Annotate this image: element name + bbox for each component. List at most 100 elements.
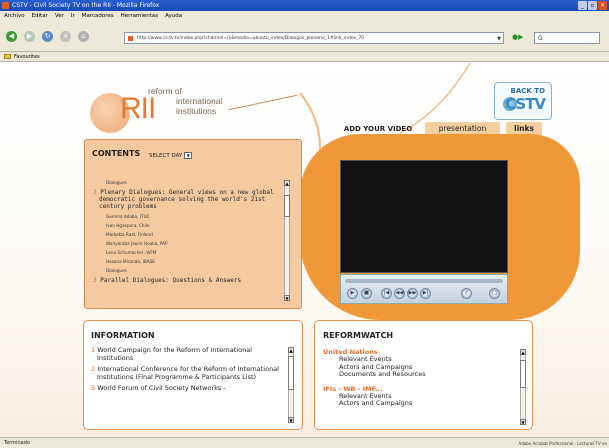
list-item[interactable]: Hosana Miranda, IBASE xyxy=(91,257,283,266)
item-number: 2 xyxy=(93,189,97,196)
list-item[interactable]: 2 International Conference for the Refor… xyxy=(90,365,284,381)
scroll-down-icon[interactable]: ▼ xyxy=(288,417,294,423)
menu-bar: Archivo Editar Ver Ir Marcadores Herrami… xyxy=(0,11,609,22)
scroll-up-icon[interactable]: ▲ xyxy=(520,349,526,355)
prev-icon[interactable]: |◀ xyxy=(381,288,392,299)
contents-list: Dialogues 2 Plenary Dialogues: General v… xyxy=(91,178,283,306)
back-to-cstv-button[interactable]: BACK TO CSTV xyxy=(494,82,552,120)
reformwatch-list: United Nations Relevant Events Actors an… xyxy=(323,348,518,408)
contents-title: CONTENTS xyxy=(92,149,141,158)
menu-ayuda[interactable]: Ayuda xyxy=(165,11,182,22)
logo-subtitle: reform of international institutions xyxy=(148,86,222,116)
list-item[interactable]: Wanyaraba Jaune Hoaka, PAP xyxy=(91,239,283,248)
close-button[interactable]: × xyxy=(598,1,607,10)
forward-icon[interactable]: ▶▶ xyxy=(407,288,418,299)
video-screen[interactable] xyxy=(340,160,508,273)
list-item[interactable]: Lena Schumacher, WFM xyxy=(91,248,283,257)
play-icon[interactable]: ▶ xyxy=(347,288,358,299)
scroll-down-icon[interactable]: ▼ xyxy=(520,419,526,425)
item-number: 2 xyxy=(91,365,96,373)
volume-icon[interactable]: ♪ xyxy=(461,288,472,299)
bookmarks-toolbar: Favourites xyxy=(0,52,609,62)
menu-herramientas[interactable]: Herramientas xyxy=(121,11,158,22)
fullscreen-icon[interactable]: □ xyxy=(489,288,500,299)
information-panel: INFORMATION 1 World Campaign for the Ref… xyxy=(83,320,303,430)
favicon-icon xyxy=(128,36,133,41)
navigation-toolbar: ◀ ▶ ↻ × ⌂ http://www.cs-tv.tv/index.php?… xyxy=(0,22,609,52)
folder-icon xyxy=(4,54,11,59)
list-item[interactable]: Marketta Rast, Finland xyxy=(91,230,283,239)
logo-line-2: international xyxy=(176,96,223,106)
item-number: 3 xyxy=(93,277,97,284)
address-bar[interactable]: http://www.cs-tv.tv/index.php?channel=ri… xyxy=(124,32,504,44)
information-scrollbar[interactable]: ▲ ▼ xyxy=(288,347,294,423)
search-icon: G xyxy=(538,35,543,42)
list-item[interactable]: 2 Plenary Dialogues: General views on a … xyxy=(91,189,283,210)
item-title: World Campaign for the Reform of Interna… xyxy=(97,346,252,362)
select-day-dropdown[interactable]: SELECT DAY ▼ xyxy=(149,152,193,159)
stop-icon[interactable]: × xyxy=(60,31,71,42)
window-titlebar: CSTV - Civil Society TV on the RII - Moz… xyxy=(0,0,609,11)
scroll-up-icon[interactable]: ▲ xyxy=(288,347,294,353)
address-text: http://www.cs-tv.tv/index.php?channel=ri… xyxy=(137,36,365,41)
menu-ver[interactable]: Ver xyxy=(55,11,64,22)
scroll-down-icon[interactable]: ▼ xyxy=(284,295,290,301)
information-title: INFORMATION xyxy=(91,331,155,340)
status-bar: Terminado Adobe Acrobat Professional - L… xyxy=(0,437,609,448)
scroll-thumb[interactable] xyxy=(288,356,294,390)
rewind-icon[interactable]: ◀◀ xyxy=(394,288,405,299)
list-item[interactable]: 3 World Forum of Civil Society Networks … xyxy=(90,384,284,393)
status-right-text: Adobe Acrobat Professional - Lecturas TV… xyxy=(518,441,607,446)
list-item[interactable]: Actors and Campaigns xyxy=(323,399,518,408)
window-controls: _ ▫ × xyxy=(578,1,607,10)
next-icon[interactable]: ▶| xyxy=(420,288,431,299)
reload-icon[interactable]: ↻ xyxy=(42,31,53,42)
scroll-thumb[interactable] xyxy=(520,360,526,388)
home-icon[interactable]: ⌂ xyxy=(78,31,89,42)
list-item[interactable]: Gemma Adaba, ITUC xyxy=(91,212,283,221)
information-list: 1 World Campaign for the Reform of Inter… xyxy=(90,346,284,397)
reformwatch-panel: REFORMWATCH United Nations Relevant Even… xyxy=(314,320,533,430)
select-day-value: SELECT DAY xyxy=(149,153,183,159)
back-arrow-icon[interactable]: ◀ xyxy=(6,31,17,42)
reformwatch-scrollbar[interactable]: ▲ ▼ xyxy=(520,349,526,425)
item-number: 3 xyxy=(91,384,96,392)
scroll-up-icon[interactable]: ▲ xyxy=(284,180,290,186)
list-item[interactable]: Documents and Resources xyxy=(323,370,518,379)
reformwatch-title: REFORMWATCH xyxy=(323,331,394,340)
bookmark-favourites[interactable]: Favourites xyxy=(14,54,40,60)
list-item[interactable]: Dialogues xyxy=(91,178,283,187)
seek-bar[interactable] xyxy=(345,279,503,283)
menu-editar[interactable]: Editar xyxy=(32,11,48,22)
logo-line-3: institutions xyxy=(176,106,217,116)
menu-ir[interactable]: Ir xyxy=(71,11,75,22)
forward-arrow-icon[interactable]: ▶ xyxy=(24,31,35,42)
window-title: CSTV - Civil Society TV on the RII - Moz… xyxy=(12,2,160,9)
minimize-button[interactable]: _ xyxy=(578,1,587,10)
contents-scrollbar[interactable]: ▲ ▼ xyxy=(284,180,290,301)
menu-marcadores[interactable]: Marcadores xyxy=(82,11,114,22)
item-number: 1 xyxy=(91,346,96,354)
cstv-label: CSTV xyxy=(505,95,546,113)
item-title: Plenary Dialogues: General views on a ne… xyxy=(99,189,274,210)
stop-icon[interactable]: ■ xyxy=(361,288,372,299)
item-title: International Conference for the Reform … xyxy=(97,365,279,381)
maximize-button[interactable]: ▫ xyxy=(588,1,597,10)
firefox-icon xyxy=(2,2,9,9)
logo-line-1: reform of xyxy=(148,86,183,96)
list-item[interactable]: Ivan Hgaspora, Chile xyxy=(91,221,283,230)
chevron-down-icon[interactable]: ▼ xyxy=(497,34,501,45)
menu-archivo[interactable]: Archivo xyxy=(4,11,25,22)
player-controls: ▶ ■ |◀ ◀◀ ▶▶ ▶| ♪ □ xyxy=(340,274,508,304)
list-item[interactable]: Dialogues xyxy=(91,266,283,275)
list-item[interactable]: 1 World Campaign for the Reform of Inter… xyxy=(90,346,284,362)
status-text: Terminado xyxy=(4,440,30,446)
go-button[interactable]: ●▶ xyxy=(512,33,524,41)
search-input[interactable]: G xyxy=(534,32,600,44)
scroll-thumb[interactable] xyxy=(284,195,290,217)
contents-panel: CONTENTS SELECT DAY ▼ Dialogues 2 Plenary… xyxy=(84,139,302,309)
item-title: World Forum of Civil Society Networks - xyxy=(97,384,226,392)
list-item[interactable]: 3 Parallel Dialogues: Questions & Answer… xyxy=(91,277,283,284)
back-to-label: BACK TO xyxy=(510,87,545,95)
item-title: Parallel Dialogues: Questions & Answers xyxy=(100,277,242,284)
